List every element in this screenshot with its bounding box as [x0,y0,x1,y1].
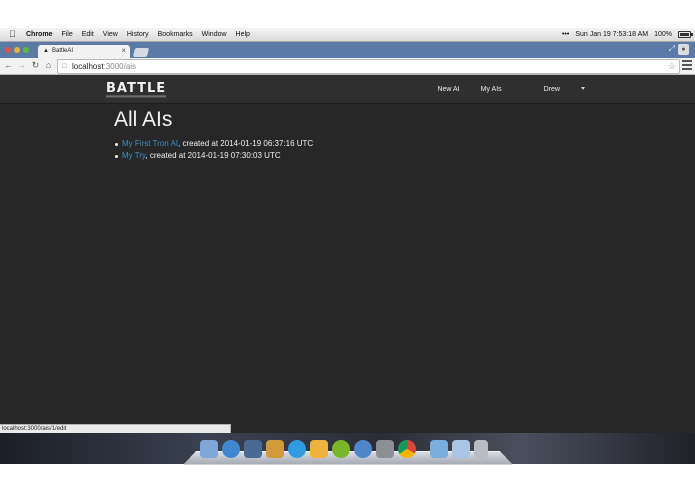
list-item: My Try, created at 2014-01-19 07:30:03 U… [114,150,313,162]
back-icon[interactable]: ← [3,59,14,72]
site-logo[interactable]: BATTLE [106,82,167,98]
forward-icon[interactable]: → [16,59,27,72]
battery-icon[interactable] [678,31,693,38]
menu-help[interactable]: Help [236,28,250,41]
profile-icon[interactable]: ● [678,44,689,55]
nav-user-name: Drew [543,85,560,93]
url-host: localhost [72,62,104,71]
page-icon: □ [62,63,67,70]
finder-icon[interactable] [200,440,218,458]
menubar-extras[interactable]: ••• [562,31,569,38]
chrome-menu-icon[interactable] [682,60,692,70]
fullscreen-icon[interactable]: ⤢ [669,44,675,54]
ai-link[interactable]: My Try [122,151,145,160]
address-bar[interactable]: □ localhost:3000/ais ☆ [57,59,680,74]
favicon-icon: ▲ [43,48,49,54]
apple-icon[interactable]:  [9,29,16,40]
menu-bookmarks[interactable]: Bookmarks [158,28,193,41]
nav-my-ais[interactable]: My AIs [481,86,502,93]
tab-strip: ▲ BattleAI × ⤢ ● [0,42,695,58]
nav-user-menu[interactable]: Drew [523,86,585,93]
tab-close-icon[interactable]: × [121,47,126,55]
itunes-icon[interactable] [288,440,306,458]
battery-percent: 100% [654,31,672,38]
minimize-window-icon[interactable] [14,47,20,53]
app-icon[interactable] [266,440,284,458]
url-text[interactable]: localhost:3000/ais [72,60,136,73]
ai-link[interactable]: My First Tron AI [122,139,178,148]
trash-icon[interactable] [474,440,488,458]
ai-created-at: , created at 2014-01-19 06:37:16 UTC [178,139,314,148]
list-item: My First Tron AI, created at 2014-01-19 … [114,138,314,150]
url-path: :3000/ais [103,62,137,71]
new-tab-button[interactable] [132,48,150,57]
status-url-bubble: localhost:3000/ais/1/edit [0,424,231,433]
menu-list: Chrome File Edit View History Bookmarks … [26,28,259,41]
reload-icon[interactable]: ↻ [30,59,41,72]
preview-icon[interactable] [376,440,394,458]
stickies-icon[interactable] [310,440,328,458]
window-controls [5,47,32,53]
browser-tab[interactable]: ▲ BattleAI × [38,45,130,58]
downloads-icon[interactable] [452,440,470,458]
chevron-down-icon [581,87,585,91]
clock[interactable]: Sun Jan 19 7:53:18 AM [575,31,648,38]
safari-icon[interactable] [222,440,240,458]
site-nav-links: New AI My AIs Drew [416,75,585,103]
menubar-status: ••• Sun Jan 19 7:53:18 AM 100% [556,28,693,41]
menu-view[interactable]: View [103,28,118,41]
spotify-icon[interactable] [332,440,350,458]
tab-title: BattleAI [52,48,74,54]
nav-new-ai[interactable]: New AI [437,86,459,93]
menu-history[interactable]: History [127,28,149,41]
close-window-icon[interactable] [5,47,11,53]
menu-bar:  Chrome File Edit View History Bookmark… [0,28,695,42]
chrome-icon[interactable] [398,440,416,458]
browser-toolbar: ← → ↻ ⌂ □ localhost:3000/ais ☆ [0,58,695,75]
menu-file[interactable]: File [61,28,72,41]
menu-window[interactable]: Window [202,28,227,41]
ai-created-at: , created at 2014-01-19 07:30:03 UTC [145,151,281,160]
dock [200,436,492,458]
folder-icon[interactable] [430,440,448,458]
info-icon[interactable] [354,440,372,458]
web-page: BATTLE New AI My AIs Drew All AIs My Fir… [0,75,695,433]
page-title: All AIs [114,108,173,131]
menu-edit[interactable]: Edit [82,28,94,41]
ai-list: My First Tron AI, created at 2014-01-19 … [114,138,314,162]
zoom-window-icon[interactable] [23,47,29,53]
menu-app-name[interactable]: Chrome [26,28,52,41]
home-icon[interactable]: ⌂ [43,59,54,72]
app-icon[interactable] [244,440,262,458]
site-navbar: BATTLE New AI My AIs Drew [0,75,695,104]
bookmark-star-icon[interactable]: ☆ [668,60,676,73]
